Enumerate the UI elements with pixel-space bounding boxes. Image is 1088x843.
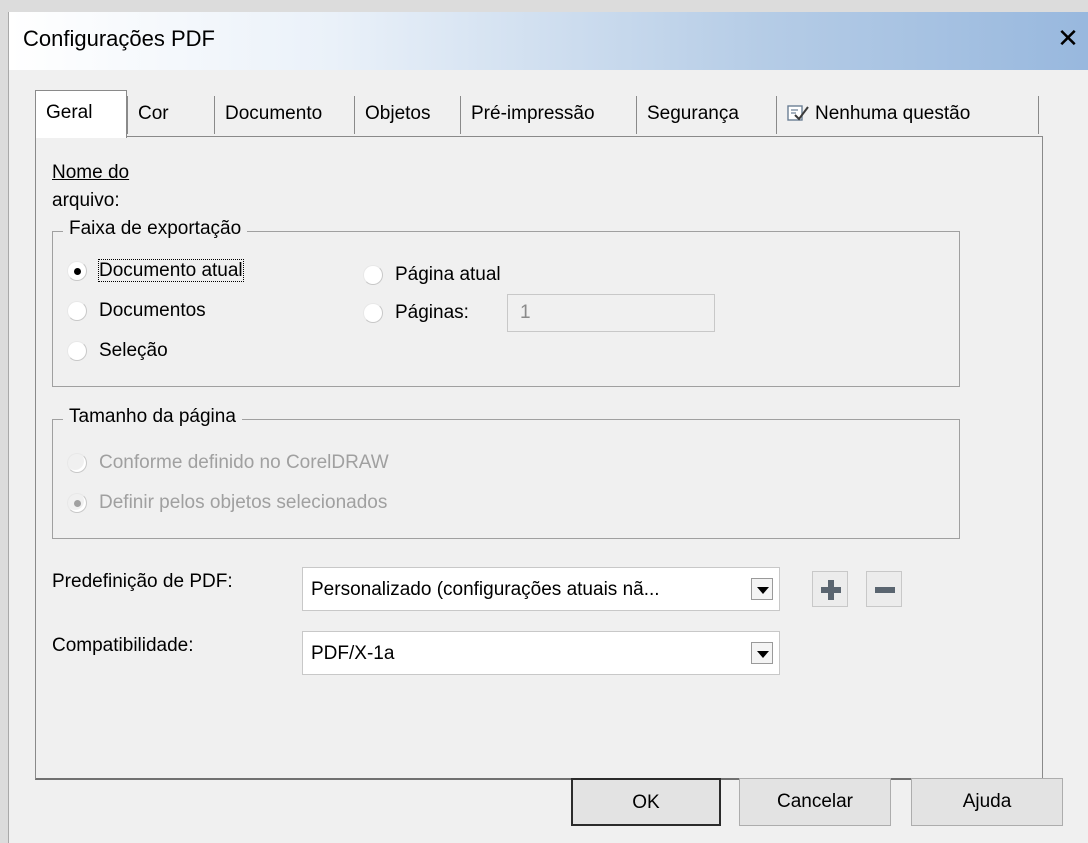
radio-button[interactable]	[67, 261, 87, 281]
radio-button[interactable]	[67, 341, 87, 361]
tab-label: Objetos	[365, 103, 431, 124]
tab-label: Nenhuma questão	[815, 103, 971, 124]
ok-button[interactable]: OK	[571, 778, 721, 826]
remove-preset-button[interactable]	[866, 571, 902, 607]
export-range-title: Faixa de exportação	[63, 218, 248, 240]
filename-label-line2: arquivo:	[52, 190, 120, 211]
page-size-group: Tamanho da página Conforme definido no C…	[52, 406, 960, 539]
pdf-preset-select[interactable]: Personalizado (configurações atuais nã..…	[302, 567, 780, 611]
radio-label: Conforme definido no CorelDRAW	[99, 452, 389, 473]
tab-label: Cor	[138, 103, 169, 124]
radio-pages[interactable]: Páginas:	[363, 300, 469, 326]
tab-label: Segurança	[647, 103, 739, 124]
tab-seguranca[interactable]: Segurança	[637, 96, 777, 134]
tab-geral[interactable]: Geral	[35, 90, 127, 138]
radio-label: Documentos	[99, 300, 206, 321]
filename-label-line1: Nome do	[52, 162, 130, 183]
tab-objetos[interactable]: Objetos	[355, 96, 461, 134]
tab-label: Geral	[46, 102, 93, 123]
radio-as-defined-coreldraw[interactable]: Conforme definido no CorelDRAW	[67, 450, 389, 476]
tab-strip: Geral Cor Documento Objetos Pré-impressã…	[35, 86, 1048, 138]
radio-label: Página atual	[395, 264, 501, 285]
radio-button[interactable]	[67, 301, 87, 321]
export-range-group: Faixa de exportação Documento atual Docu…	[52, 218, 960, 387]
tab-cor[interactable]: Cor	[127, 96, 215, 134]
compatibility-select[interactable]: PDF/X-1a	[302, 631, 780, 675]
radio-button[interactable]	[363, 303, 383, 323]
pdf-preset-label: Predefinição de PDF:	[52, 571, 233, 592]
radio-label: Seleção	[99, 340, 168, 361]
radio-current-page[interactable]: Página atual	[363, 262, 501, 288]
tab-pre-impressao[interactable]: Pré-impressão	[461, 96, 637, 134]
pages-input[interactable]: 1	[507, 294, 715, 332]
radio-selected-objects[interactable]: Definir pelos objetos selecionados	[67, 490, 387, 516]
radio-label: Páginas:	[395, 302, 469, 323]
radio-button[interactable]	[67, 493, 87, 513]
tab-label: Pré-impressão	[471, 103, 595, 124]
add-preset-button[interactable]	[812, 571, 848, 607]
help-button[interactable]: Ajuda	[911, 778, 1063, 826]
tab-documento[interactable]: Documento	[215, 96, 355, 134]
checklist-icon	[787, 105, 809, 121]
tab-nenhuma-questao[interactable]: Nenhuma questão	[777, 96, 1039, 134]
cancel-button[interactable]: Cancelar	[739, 778, 891, 826]
filename-label: Nome do arquivo:	[52, 159, 129, 215]
title-bar: Configurações PDF ✕	[9, 12, 1088, 70]
chevron-down-icon[interactable]	[751, 642, 773, 664]
radio-label: Documento atual	[98, 259, 244, 282]
radio-button[interactable]	[363, 265, 383, 285]
compatibility-label: Compatibilidade:	[52, 635, 194, 656]
page-size-title: Tamanho da página	[63, 406, 242, 428]
dialog-title: Configurações PDF	[23, 26, 215, 51]
compatibility-value: PDF/X-1a	[311, 643, 395, 664]
close-button[interactable]: ✕	[1052, 24, 1084, 54]
radio-documents[interactable]: Documentos	[67, 298, 206, 324]
radio-selection[interactable]: Seleção	[67, 338, 168, 364]
general-tab-panel: Nome do arquivo: Faixa de exportação Doc…	[35, 136, 1043, 780]
close-icon: ✕	[1057, 24, 1079, 54]
radio-current-document[interactable]: Documento atual	[67, 258, 244, 284]
chevron-down-icon[interactable]	[751, 578, 773, 600]
tab-label: Documento	[225, 103, 323, 124]
pdf-preset-value: Personalizado (configurações atuais nã..…	[311, 579, 660, 600]
radio-button[interactable]	[67, 453, 87, 473]
radio-label: Definir pelos objetos selecionados	[99, 492, 388, 513]
pdf-settings-dialog: Configurações PDF ✕ Geral Cor Documento …	[8, 12, 1088, 843]
